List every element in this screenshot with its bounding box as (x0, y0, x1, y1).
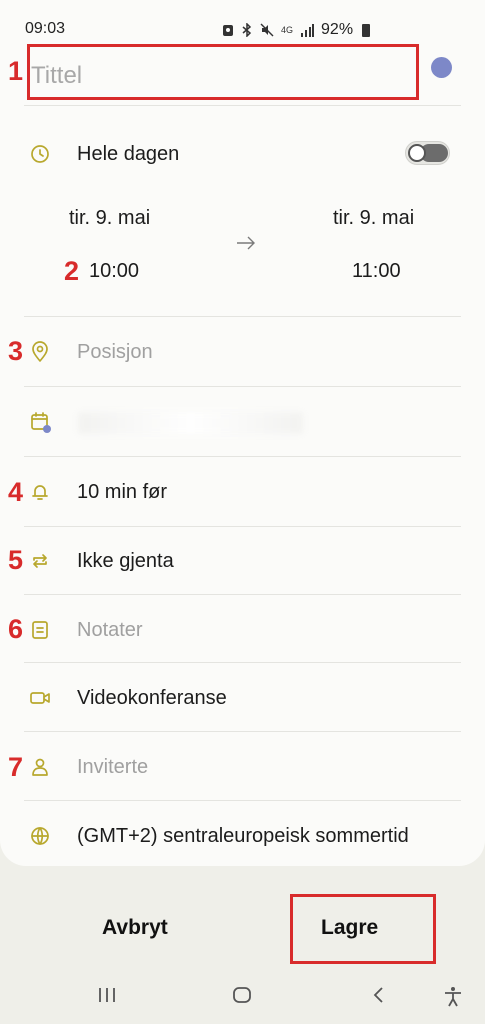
event-color-picker[interactable] (431, 57, 452, 78)
save-button[interactable]: Lagre (321, 916, 378, 940)
divider (24, 662, 461, 663)
divider (24, 456, 461, 457)
annotation-4: 4 (8, 477, 24, 507)
toggle-knob (408, 144, 426, 162)
globe-icon (28, 824, 52, 848)
location-pin-icon (28, 340, 52, 364)
battery-level: 92% (321, 21, 354, 38)
status-icons: 4G 92% (222, 21, 371, 39)
repeat-selector[interactable]: Ikke gjenta (77, 550, 174, 573)
divider (24, 800, 461, 801)
arrow-right-icon (235, 234, 257, 257)
title-row (27, 44, 419, 100)
annotation-2: 2 (64, 256, 80, 286)
battery-icon (362, 23, 371, 37)
accessibility-icon[interactable] (442, 985, 464, 1012)
network-type: 4G (281, 24, 294, 35)
cancel-button[interactable]: Avbryt (102, 916, 168, 940)
signal-icon (301, 23, 315, 37)
video-icon (28, 686, 52, 710)
end-date[interactable]: tir. 9. mai (333, 207, 414, 230)
invitees-input[interactable]: Inviterte (77, 756, 148, 779)
all-day-label: Hele dagen (77, 143, 180, 165)
calendar-color-dot (43, 425, 51, 433)
reminder-selector[interactable]: 10 min før (77, 481, 167, 504)
annotation-5: 5 (8, 545, 24, 575)
annotation-6: 6 (8, 614, 24, 644)
note-icon (28, 618, 52, 642)
end-time[interactable]: 11:00 (352, 260, 401, 283)
start-time[interactable]: 10:00 (89, 260, 139, 283)
status-time: 09:03 (25, 20, 66, 37)
location-input[interactable]: Posisjon (77, 341, 153, 364)
all-day-toggle[interactable] (405, 141, 450, 165)
calendar-account-selector[interactable] (78, 412, 303, 434)
back-icon[interactable] (370, 985, 386, 1010)
person-icon (28, 755, 52, 779)
recent-apps-icon[interactable] (97, 985, 117, 1010)
start-date[interactable]: tir. 9. mai (69, 207, 150, 230)
clock-icon (28, 142, 52, 166)
annotation-3: 3 (8, 336, 24, 366)
video-conference-option[interactable]: Videokonferanse (77, 687, 227, 710)
title-input[interactable] (27, 44, 419, 100)
bell-icon (28, 480, 52, 504)
app-icon (223, 25, 233, 36)
notes-input[interactable]: Notater (77, 619, 143, 642)
divider (24, 594, 461, 595)
annotation-1: 1 (8, 56, 24, 86)
divider (24, 386, 461, 387)
annotation-7: 7 (8, 752, 24, 782)
divider (24, 316, 461, 317)
calendar-icon (28, 410, 52, 434)
timezone-selector[interactable]: (GMT+2) sentraleuropeisk sommertid (77, 825, 409, 848)
bluetooth-icon (242, 23, 252, 37)
repeat-icon (28, 549, 52, 573)
divider (24, 526, 461, 527)
home-icon[interactable] (232, 985, 252, 1010)
divider (24, 731, 461, 732)
mute-icon (260, 23, 274, 37)
divider (24, 105, 461, 106)
